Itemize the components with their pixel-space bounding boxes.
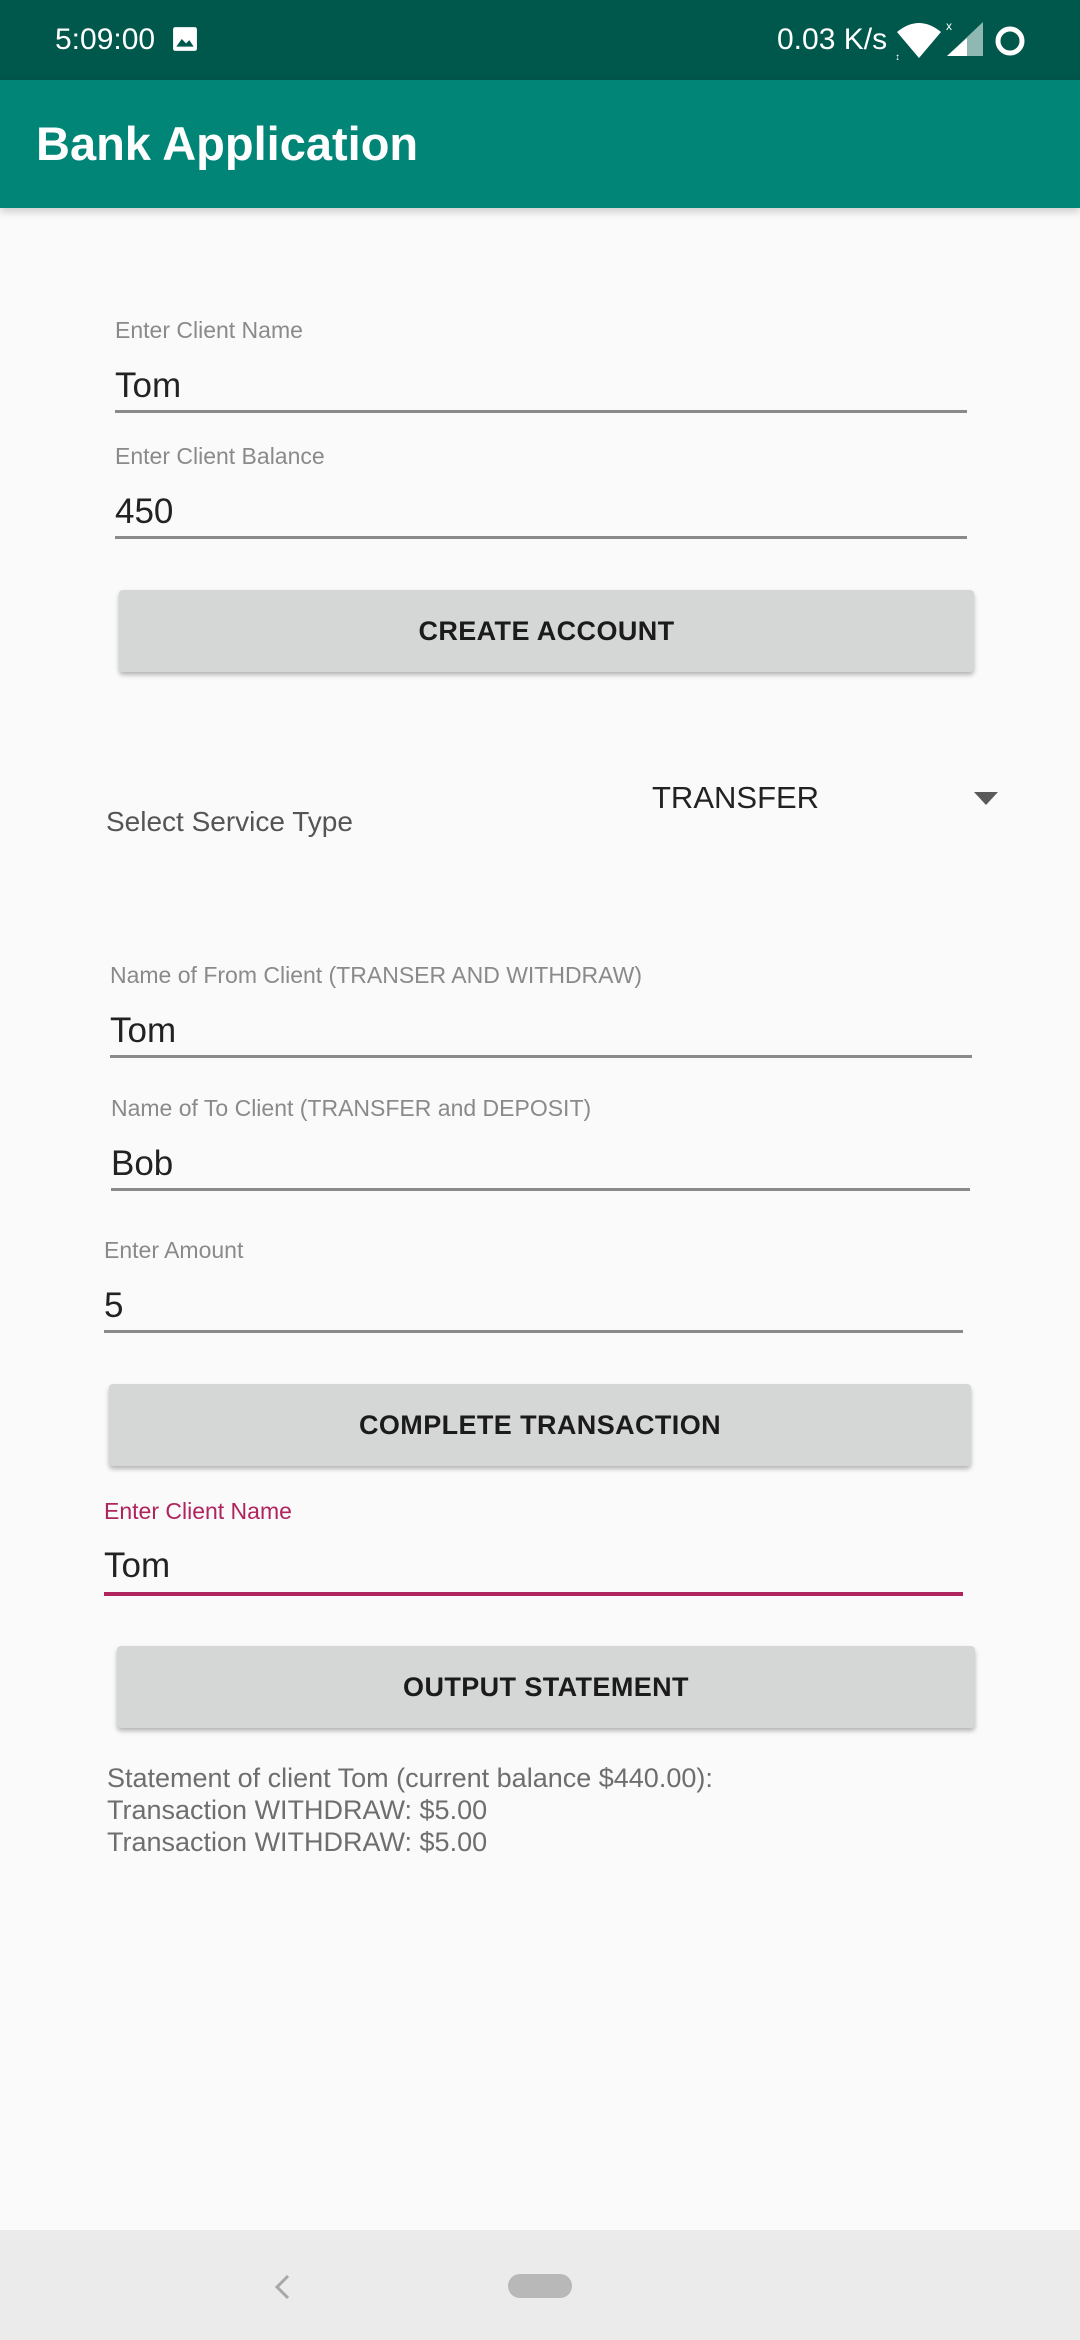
client-name-label: Enter Client Name xyxy=(115,317,303,343)
client-balance-label: Enter Client Balance xyxy=(115,443,325,469)
to-client-underline xyxy=(111,1188,970,1191)
create-account-button[interactable]: CREATE ACCOUNT xyxy=(119,590,974,672)
to-client-input[interactable] xyxy=(111,1136,968,1192)
amount-underline xyxy=(104,1330,963,1333)
to-client-label: Name of To Client (TRANSFER and DEPOSIT) xyxy=(111,1095,592,1121)
client-name-underline xyxy=(115,410,967,413)
loading-ring-icon xyxy=(995,26,1025,56)
complete-transaction-button[interactable]: COMPLETE TRANSACTION xyxy=(109,1384,971,1466)
from-client-label: Name of From Client (TRANSER AND WITHDRA… xyxy=(110,962,643,988)
status-time: 5:09:00 xyxy=(55,23,156,56)
statement-client-name-underline xyxy=(104,1592,963,1596)
home-pill-icon[interactable] xyxy=(508,2274,572,2298)
output-statement-button[interactable]: OUTPUT STATEMENT xyxy=(117,1646,975,1728)
app-bar: Bank Application xyxy=(0,80,1080,208)
dropdown-arrow-icon xyxy=(974,792,998,805)
service-type-selected: TRANSFER xyxy=(652,780,820,815)
signal-icon: x xyxy=(946,19,983,56)
amount-label: Enter Amount xyxy=(104,1237,244,1263)
amount-input[interactable] xyxy=(104,1278,961,1334)
service-type-dropdown[interactable]: TRANSFER xyxy=(640,770,1000,826)
statement-client-name-input[interactable] xyxy=(104,1538,961,1594)
image-icon xyxy=(173,27,197,51)
network-speed: 0.03 K/s xyxy=(777,23,888,56)
client-balance-input[interactable] xyxy=(115,484,965,540)
back-icon[interactable] xyxy=(270,2272,294,2302)
wifi-icon: ↕ xyxy=(895,23,941,60)
client-name-input[interactable] xyxy=(115,358,965,414)
from-client-underline xyxy=(110,1055,972,1058)
svg-text:x: x xyxy=(946,19,952,33)
app-title: Bank Application xyxy=(36,117,419,170)
statement-client-name-label: Enter Client Name xyxy=(104,1498,292,1524)
from-client-input[interactable] xyxy=(110,1003,970,1059)
statement-line: Transaction WITHDRAW: $5.00 xyxy=(107,1827,488,1857)
navigation-bar xyxy=(0,2230,1080,2340)
statement-line: Statement of client Tom (current balance… xyxy=(107,1763,713,1793)
statement-line: Transaction WITHDRAW: $5.00 xyxy=(107,1795,488,1825)
status-bar: 5:09:00 0.03 K/s ↕ x xyxy=(0,0,1080,80)
svg-text:↕: ↕ xyxy=(895,52,900,60)
statement-output: Statement of client Tom (current balance… xyxy=(107,1762,713,1858)
service-type-label: Select Service Type xyxy=(106,806,353,837)
client-balance-underline xyxy=(115,536,967,539)
